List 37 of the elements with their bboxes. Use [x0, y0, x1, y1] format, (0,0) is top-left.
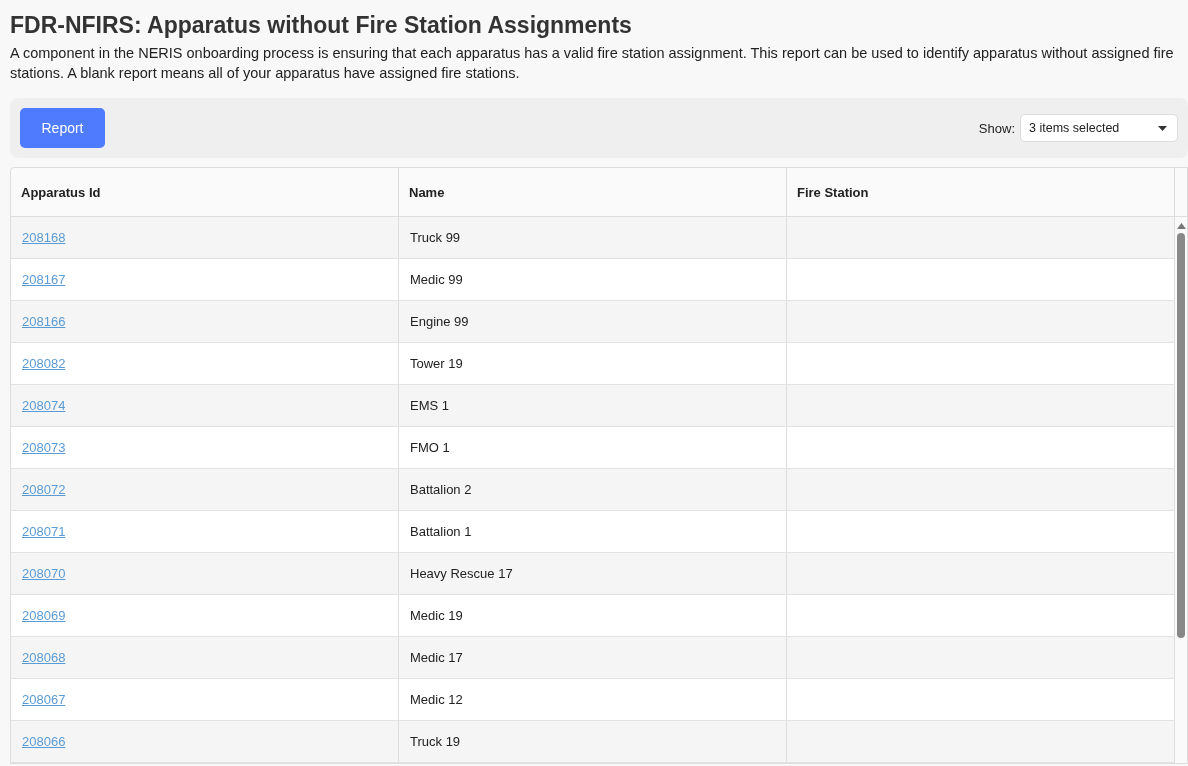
apparatus-id-link[interactable]: 208074: [22, 398, 66, 413]
show-label: Show:: [978, 120, 1015, 136]
table-cell: Medic 12: [410, 692, 463, 707]
page-description: A component in the NERIS onboarding process is ensuring that each apparatus has a valid fire station assignment. This report can be used to identify apparatus without assigned fire stations. A blank report means all of your apparatus have assigned fire stations.: [10, 44, 1175, 83]
scrollbar-thumb[interactable]: [1177, 233, 1185, 638]
caret-icon: [1158, 125, 1167, 131]
apparatus-id-link[interactable]: 208167: [22, 272, 66, 287]
table-cell: Medic 17: [410, 650, 463, 665]
table-cell: Battalion 2: [410, 482, 472, 497]
table-cell: Heavy Rescue 17: [410, 566, 513, 581]
apparatus-id-link[interactable]: 208070: [22, 566, 66, 581]
table-cell: Battalion 1: [410, 524, 472, 539]
apparatus-id-link[interactable]: 208166: [22, 314, 66, 329]
page-title: FDR-NFIRS: Apparatus without Fire Station Assignments: [10, 12, 633, 39]
show-dropdown[interactable]: 3 items selected: [1020, 114, 1178, 142]
apparatus-id-link[interactable]: 208071: [22, 524, 66, 539]
column-header: Fire Station: [787, 168, 1175, 216]
apparatus-id-link[interactable]: 208069: [22, 608, 66, 623]
column-header: Name: [399, 168, 787, 216]
apparatus-id-link[interactable]: 208072: [22, 482, 66, 497]
table-cell: EMS 1: [410, 398, 449, 413]
table-cell: FMO 1: [410, 440, 450, 455]
report-button[interactable]: Report: [20, 108, 105, 148]
apparatus-id-link[interactable]: 208066: [22, 734, 66, 749]
table-cell: Tower 19: [410, 356, 463, 371]
apparatus-id-link[interactable]: 208082: [22, 356, 66, 371]
apparatus-id-link[interactable]: 208168: [22, 230, 66, 245]
apparatus-id-link[interactable]: 208068: [22, 650, 66, 665]
apparatus-id-link[interactable]: 208073: [22, 440, 66, 455]
apparatus-id-link[interactable]: 208067: [22, 692, 66, 707]
table-cell: Truck 19: [410, 734, 461, 749]
table-cell: Truck 99: [410, 230, 461, 245]
table-cell: Engine 99: [410, 314, 469, 329]
scroll-up-icon[interactable]: [1176, 223, 1186, 229]
table-cell: Medic 19: [410, 608, 463, 623]
column-header: Apparatus Id: [11, 168, 399, 216]
table-cell: Medic 99: [410, 272, 463, 287]
